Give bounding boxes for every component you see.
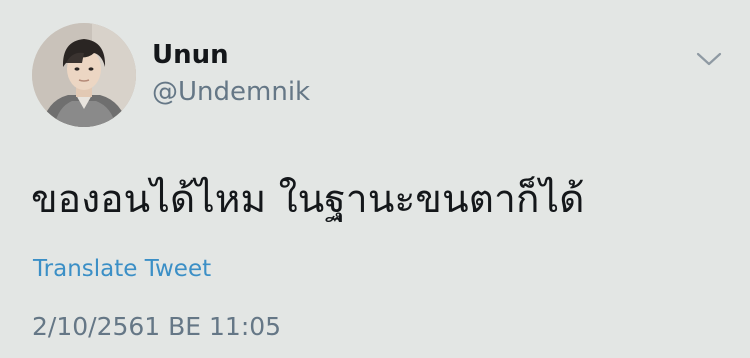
avatar[interactable] [32,23,136,127]
translate-tweet-link[interactable]: Translate Tweet [33,254,211,284]
tweet-text: ของอนได้ไหม ในฐานะขนตาก็ได้ [31,177,585,222]
avatar-photo [32,23,136,127]
display-name[interactable]: Unun [152,39,229,71]
chevron-down-icon[interactable] [694,48,724,70]
tweet-card: Unun @Undemnik ของอนได้ไหม ในฐานะขนตาก็ไ… [0,0,750,358]
tweet-timestamp[interactable]: 2/10/2561 BE 11:05 [32,311,281,343]
user-handle[interactable]: @Undemnik [152,76,310,108]
